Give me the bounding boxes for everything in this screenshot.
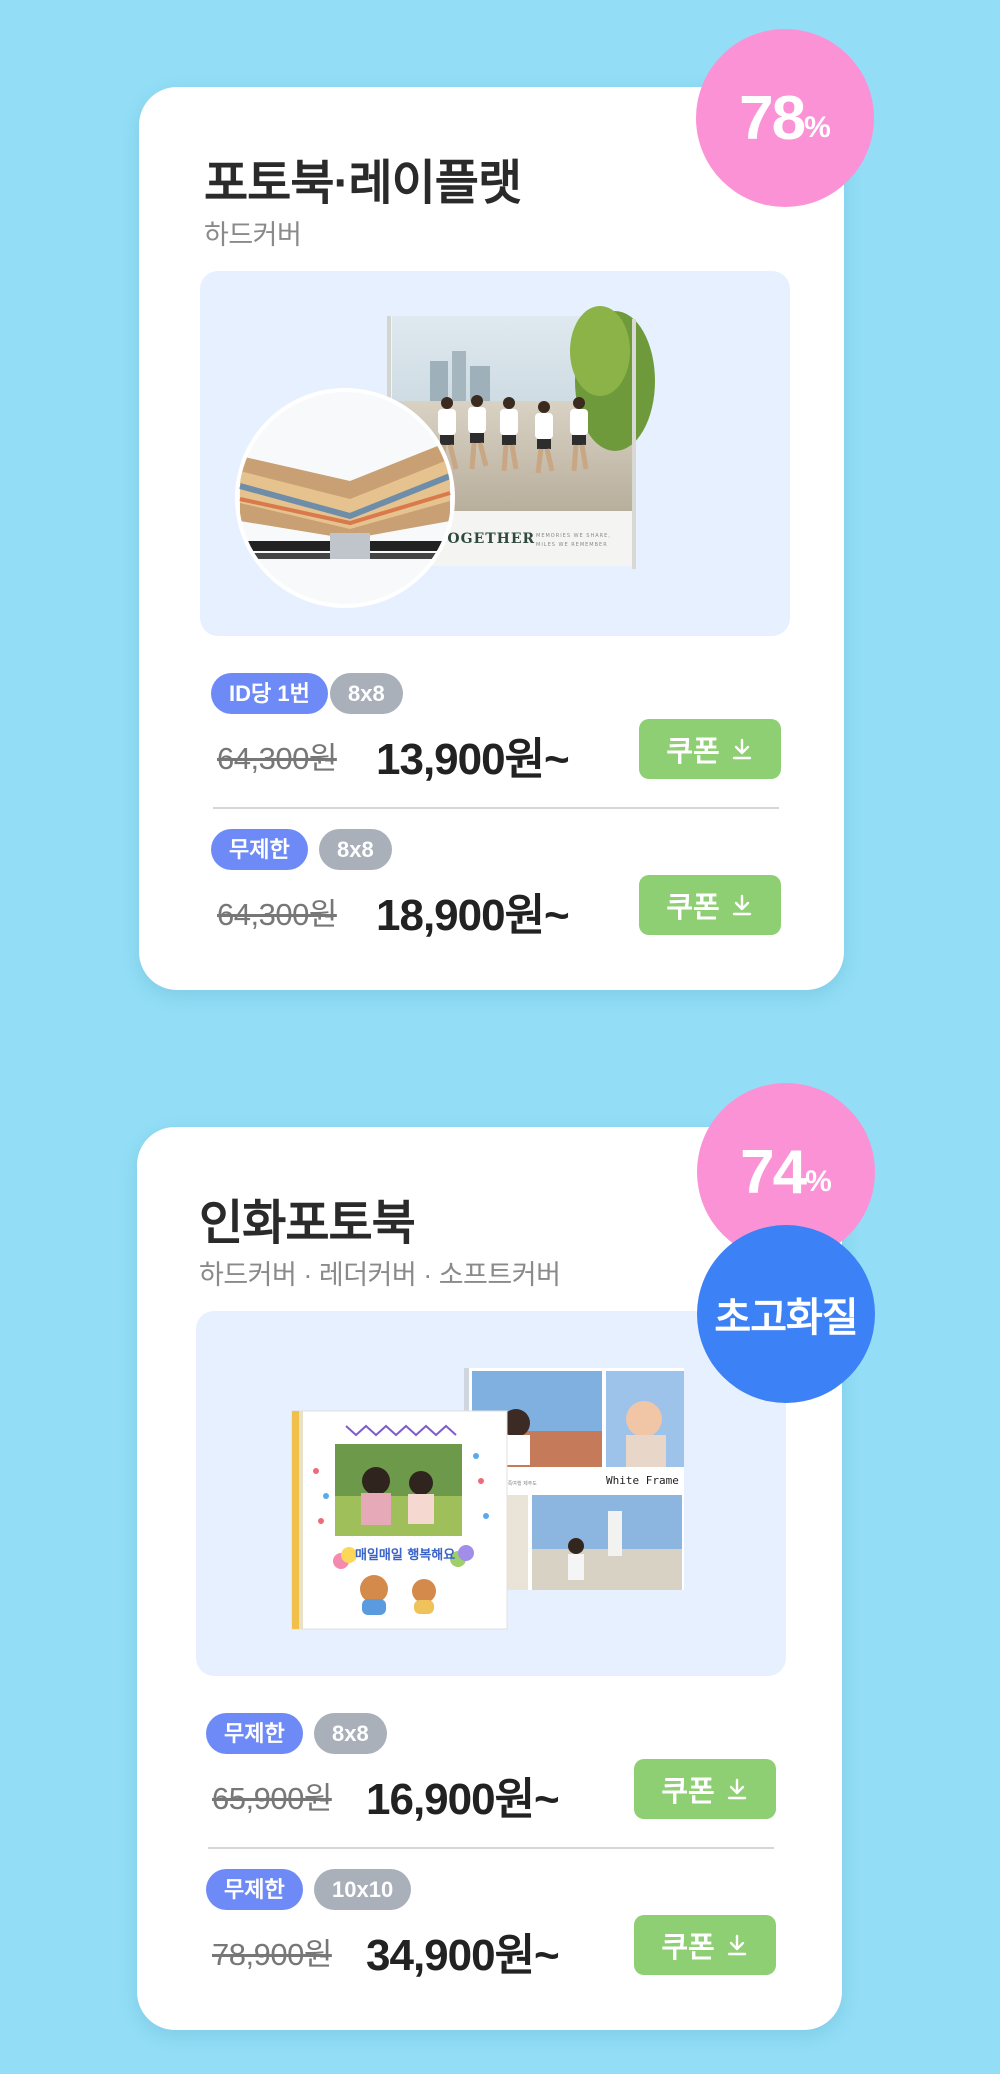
coupon-label: 쿠폰 bbox=[661, 1932, 715, 1964]
original-price: 65,900원 bbox=[212, 1781, 332, 1816]
size-badge: 8x8 bbox=[330, 673, 403, 714]
option-row: 무제한 10x10 78,900원 34,900원~ 쿠폰 bbox=[206, 1869, 776, 1980]
size-badge: 8x8 bbox=[314, 1713, 387, 1754]
svg-text:MILES WE REMEMBER: MILES WE REMEMBER bbox=[536, 542, 608, 548]
original-price: 78,900원 bbox=[212, 1937, 332, 1972]
high-quality-badge: 초고화질 bbox=[697, 1225, 875, 1403]
discount-number: 74 bbox=[740, 1137, 807, 1207]
divider bbox=[213, 807, 779, 809]
coupon-label: 쿠폰 bbox=[661, 1776, 715, 1808]
coupon-label: 쿠폰 bbox=[666, 892, 720, 924]
svg-text:MEMORIES WE SHARE,: MEMORIES WE SHARE, bbox=[536, 533, 611, 539]
sale-price: 16,900원~ bbox=[366, 1775, 560, 1824]
coupon-label: 쿠폰 bbox=[666, 736, 720, 768]
sale-price: 34,900원~ bbox=[366, 1931, 560, 1980]
product-image-panel: 2021 여름 가족여행 제주도 White Frame bbox=[196, 1311, 786, 1676]
frame-label: White Frame bbox=[606, 1474, 679, 1487]
product-title: 인화포토북 bbox=[199, 1197, 416, 1250]
original-price: 64,300원 bbox=[217, 741, 337, 776]
purchase-limit-badge: 무제한 bbox=[206, 1869, 303, 1910]
photobook-layflat-image: TOGETHER MEMORIES WE SHARE, MILES WE REM… bbox=[235, 306, 655, 608]
download-arrow-icon bbox=[732, 894, 751, 916]
quality-label: 초고화질 bbox=[714, 1296, 858, 1340]
discount-number: 78 bbox=[739, 83, 806, 153]
product-card-photobook-layflat: 포토북·레이플랫 하드커버 TOGETHER MEMORIES WE SHARE… bbox=[139, 87, 844, 990]
original-price: 64,300원 bbox=[217, 897, 337, 932]
print-photobook-image: 2021 여름 가족여행 제주도 White Frame bbox=[291, 1368, 684, 1630]
discount-unit: % bbox=[805, 1165, 832, 1198]
coupon-download-button[interactable]: 쿠폰 bbox=[639, 719, 781, 779]
sale-price: 13,900원~ bbox=[376, 735, 570, 784]
size-badge: 10x10 bbox=[314, 1869, 412, 1910]
download-arrow-icon bbox=[727, 1778, 746, 1800]
size-badge: 8x8 bbox=[319, 829, 392, 870]
purchase-limit-badge: 무제한 bbox=[206, 1713, 303, 1754]
purchase-limit-badge: ID당 1번 bbox=[211, 673, 328, 714]
product-title: 포토북·레이플랫 bbox=[204, 157, 522, 210]
purchase-limit-badge: 무제한 bbox=[211, 829, 308, 870]
discount-unit: % bbox=[804, 111, 831, 144]
download-arrow-icon bbox=[732, 738, 751, 760]
book-text: 매일매일 행복해요 bbox=[355, 1547, 455, 1563]
sale-price: 18,900원~ bbox=[376, 891, 570, 940]
product-subtitle: 하드커버 bbox=[204, 220, 302, 250]
product-subtitle: 하드커버 · 레더커버 · 소프트커버 bbox=[199, 1260, 561, 1290]
option-row: ID당 1번 8x8 64,300원 13,900원~ 쿠폰 bbox=[211, 673, 781, 784]
photo-text: TOGETHER bbox=[436, 531, 535, 547]
coupon-download-button[interactable]: 쿠폰 bbox=[639, 875, 781, 935]
coupon-download-button[interactable]: 쿠폰 bbox=[634, 1759, 776, 1819]
option-row: 무제한 8x8 65,900원 16,900원~ 쿠폰 bbox=[206, 1713, 776, 1824]
divider bbox=[208, 1847, 774, 1849]
product-image-panel: TOGETHER MEMORIES WE SHARE, MILES WE REM… bbox=[200, 271, 790, 636]
coupon-download-button[interactable]: 쿠폰 bbox=[634, 1915, 776, 1975]
option-row: 무제한 8x8 64,300원 18,900원~ 쿠폰 bbox=[211, 829, 781, 940]
download-arrow-icon bbox=[727, 1934, 746, 1956]
discount-badge: 78% bbox=[696, 29, 874, 207]
